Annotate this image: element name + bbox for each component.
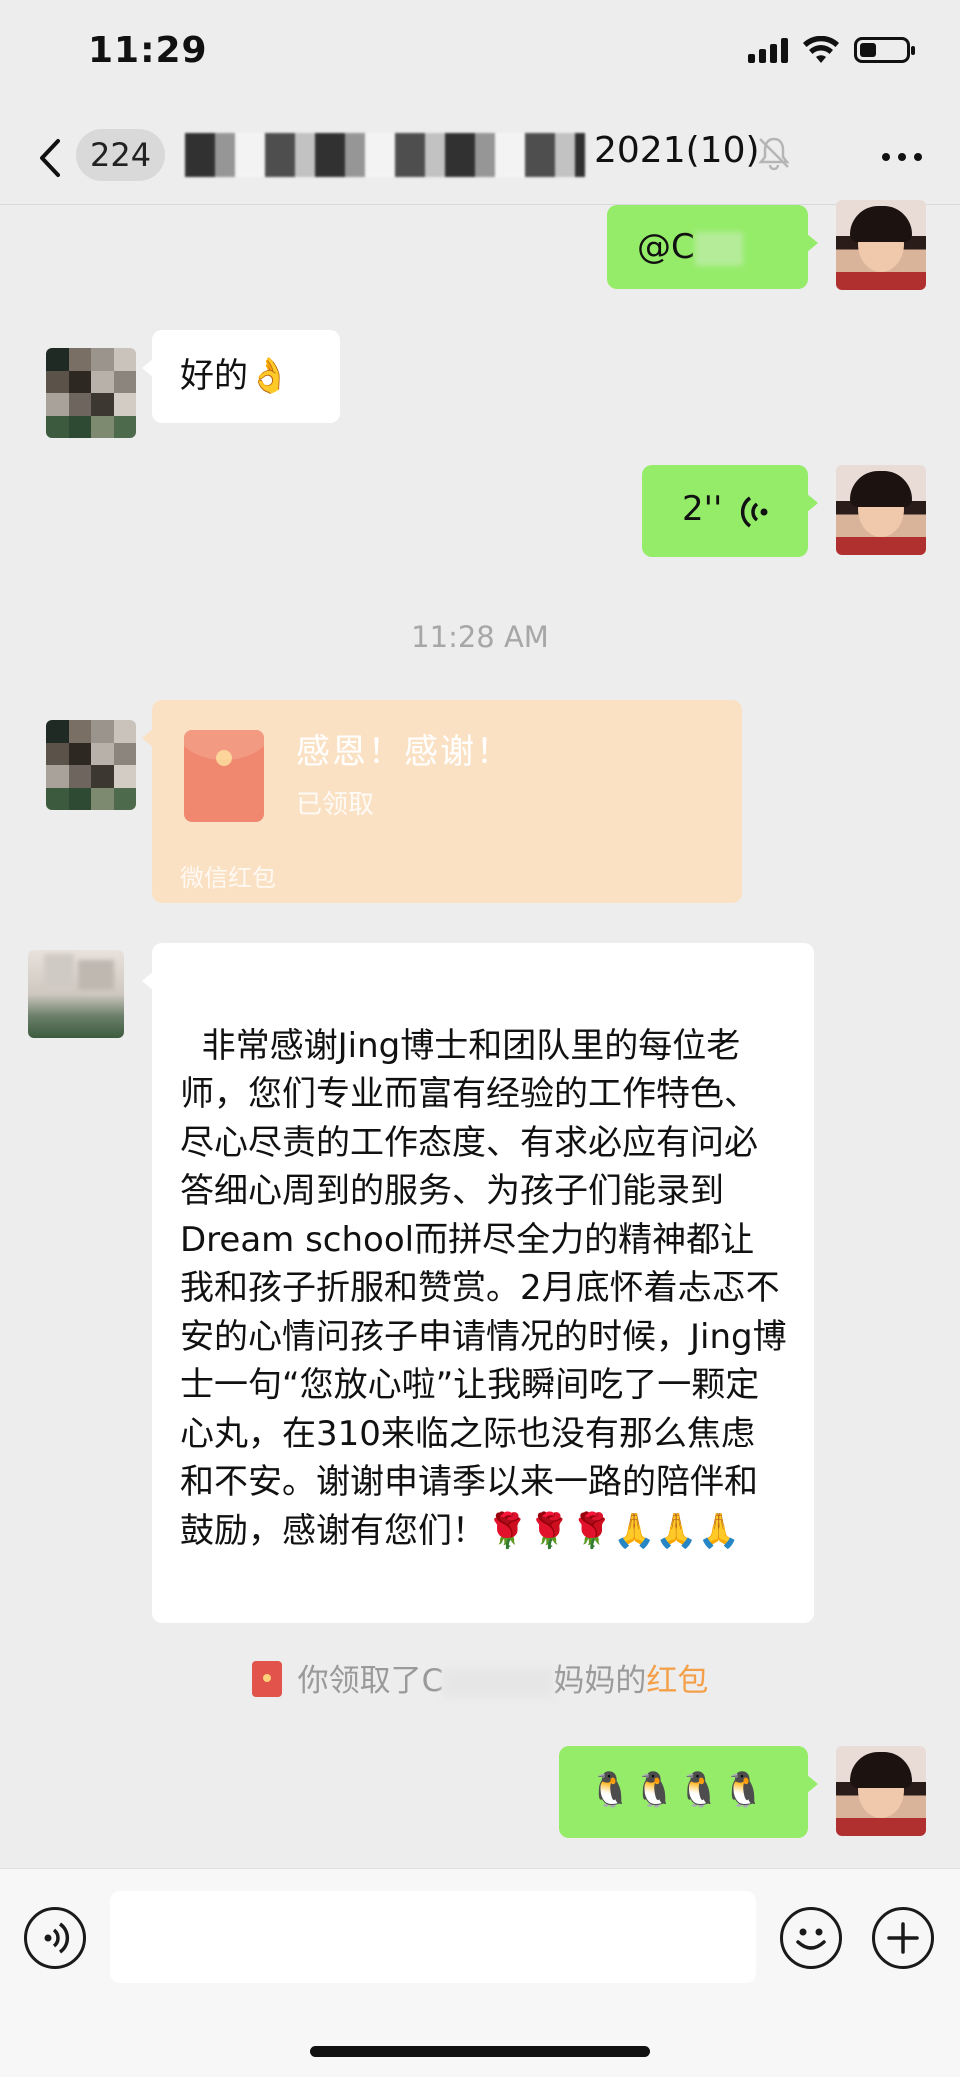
red-packet-icon bbox=[184, 730, 264, 822]
wifi-icon bbox=[803, 36, 839, 63]
contact-avatar[interactable] bbox=[28, 950, 124, 1038]
status-bar: 11:29 bbox=[0, 0, 960, 100]
plus-icon[interactable] bbox=[872, 1907, 934, 1969]
mute-icon bbox=[758, 137, 790, 171]
mention-text: @C bbox=[637, 227, 695, 267]
voice-input-icon[interactable] bbox=[24, 1907, 86, 1969]
red-packet-small-icon bbox=[251, 1661, 282, 1697]
unread-count-badge[interactable]: 224 bbox=[76, 129, 166, 181]
more-icon[interactable] bbox=[882, 153, 922, 161]
my-avatar[interactable] bbox=[836, 1746, 926, 1836]
emoji-icon[interactable] bbox=[780, 1907, 842, 1969]
voice-wave-icon bbox=[740, 496, 768, 528]
cellular-signal-icon bbox=[748, 37, 788, 63]
emoji-text: 🐧🐧🐧🐧 bbox=[589, 1770, 767, 1810]
voice-duration: 2'' bbox=[682, 489, 723, 529]
chat-header: 224 2021(10) bbox=[0, 105, 960, 205]
message-bubble-ok[interactable]: 好的👌 bbox=[142, 330, 340, 423]
back-icon[interactable] bbox=[32, 133, 72, 183]
emoji-message-bubble[interactable]: 🐧🐧🐧🐧 bbox=[559, 1746, 818, 1838]
red-packet-card[interactable]: 感恩！感谢！ 已领取 微信红包 bbox=[142, 700, 742, 903]
thank-you-message[interactable]: 非常感谢Jing博士和团队里的每位老师，您们专业而富有经验的工作特色、尽心尽责的… bbox=[142, 943, 814, 1623]
red-packet-received-note: 你领取了C 妈妈的红包 bbox=[0, 1655, 960, 1700]
contact-avatar[interactable] bbox=[46, 348, 136, 438]
redacted-name bbox=[443, 1667, 554, 1698]
status-icons bbox=[748, 36, 915, 64]
message-input[interactable] bbox=[110, 1891, 756, 1983]
status-time: 11:29 bbox=[88, 30, 208, 71]
redacted-mention bbox=[694, 231, 743, 266]
voice-message-bubble[interactable]: 2'' bbox=[642, 465, 818, 557]
redacted-group-name bbox=[185, 133, 585, 177]
red-packet-link[interactable]: 红包 bbox=[646, 1663, 708, 1699]
thank-you-text: 非常感谢Jing博士和团队里的每位老师，您们专业而富有经验的工作特色、尽心尽责的… bbox=[180, 1025, 787, 1551]
message-text: 好的👌 bbox=[180, 356, 291, 396]
red-packet-status: 已领取 bbox=[296, 790, 375, 820]
note-prefix: 你领取了C bbox=[297, 1663, 444, 1699]
time-divider: 11:28 AM bbox=[411, 620, 549, 654]
contact-avatar[interactable] bbox=[46, 720, 136, 810]
home-indicator[interactable] bbox=[310, 2046, 650, 2057]
red-packet-footer: 微信红包 bbox=[180, 864, 276, 892]
battery-icon bbox=[854, 37, 915, 63]
my-avatar[interactable] bbox=[836, 200, 926, 290]
message-bubble-mention[interactable]: @C bbox=[607, 205, 818, 289]
note-suffix: 妈妈的 bbox=[553, 1663, 647, 1699]
my-avatar[interactable] bbox=[836, 465, 926, 555]
chat-title[interactable]: 2021(10) bbox=[594, 130, 760, 171]
red-packet-greeting: 感恩！感谢！ bbox=[296, 732, 512, 772]
